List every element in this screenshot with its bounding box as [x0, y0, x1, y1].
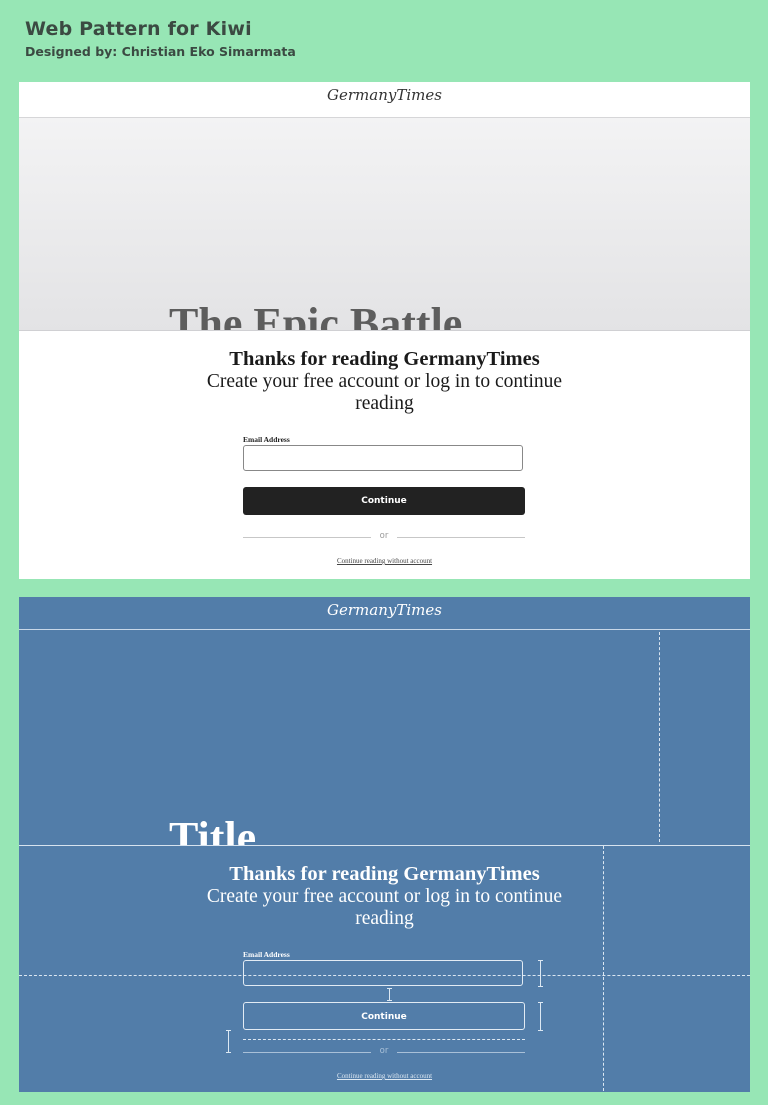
paywall-sheet: Thanks for reading GermanyTimes Create y… — [19, 330, 750, 579]
blueprint-heading: Thanks for reading GermanyTimes — [229, 863, 540, 885]
designer-credit: Designed by: Christian Eko Simarmata — [25, 44, 296, 59]
blueprint-email-input — [243, 960, 523, 986]
blueprint-skip-link: Continue reading without account — [336, 1072, 433, 1080]
gap-guide — [389, 988, 390, 1000]
email-input[interactable] — [243, 445, 523, 471]
page-title: Web Pattern for Kiwi — [25, 18, 252, 40]
guide-tick — [226, 1030, 231, 1031]
guide-tick — [538, 960, 543, 961]
blueprint-title: Title — [169, 813, 257, 845]
hero-area: The Epic Battle — [19, 117, 750, 331]
continue-button[interactable]: Continue — [243, 487, 525, 515]
guide-tick — [538, 986, 543, 987]
left-spacing-guide — [228, 1030, 229, 1052]
blueprint-sheet: Thanks for reading GermanyTimes Create y… — [19, 845, 750, 1092]
divider-line-right — [397, 1052, 525, 1053]
guide-tick — [538, 1002, 543, 1003]
blueprint-continue-button: Continue — [243, 1002, 525, 1030]
button-height-guide — [540, 1002, 541, 1030]
site-logo[interactable]: GermanyTimes — [19, 86, 750, 104]
continue-without-account-link[interactable]: Continue reading without account — [19, 557, 750, 565]
blueprint-logo: GermanyTimes — [327, 601, 442, 619]
paywall-heading: Thanks for reading GermanyTimes — [229, 348, 540, 370]
guide-tick — [387, 1000, 392, 1001]
blueprint-email-label: Email Address — [243, 950, 290, 959]
mockup-panel: GermanyTimes The Epic Battle Thanks for … — [19, 82, 750, 579]
divider-line-right — [397, 537, 525, 538]
article-title: The Epic Battle — [169, 299, 463, 331]
blueprint-subheading: Create your free account or log in to co… — [206, 886, 563, 929]
blueprint-or-divider: or — [243, 1046, 525, 1058]
or-divider: or — [243, 531, 525, 543]
divider-text: or — [379, 531, 389, 541]
paywall-subheading: Create your free account or log in to co… — [206, 371, 563, 414]
hero-height-guide — [659, 632, 660, 842]
guide-tick — [538, 1030, 543, 1031]
email-label: Email Address — [243, 435, 290, 444]
input-height-guide — [540, 960, 541, 986]
guide-tick — [226, 1052, 231, 1053]
divider-text: or — [379, 1046, 389, 1056]
blueprint-panel: GermanyTimes Title Thanks for reading Ge… — [19, 597, 750, 1092]
guide-tick — [387, 988, 392, 989]
button-width-guide — [243, 1039, 525, 1040]
blueprint-hero: Title — [19, 629, 750, 845]
